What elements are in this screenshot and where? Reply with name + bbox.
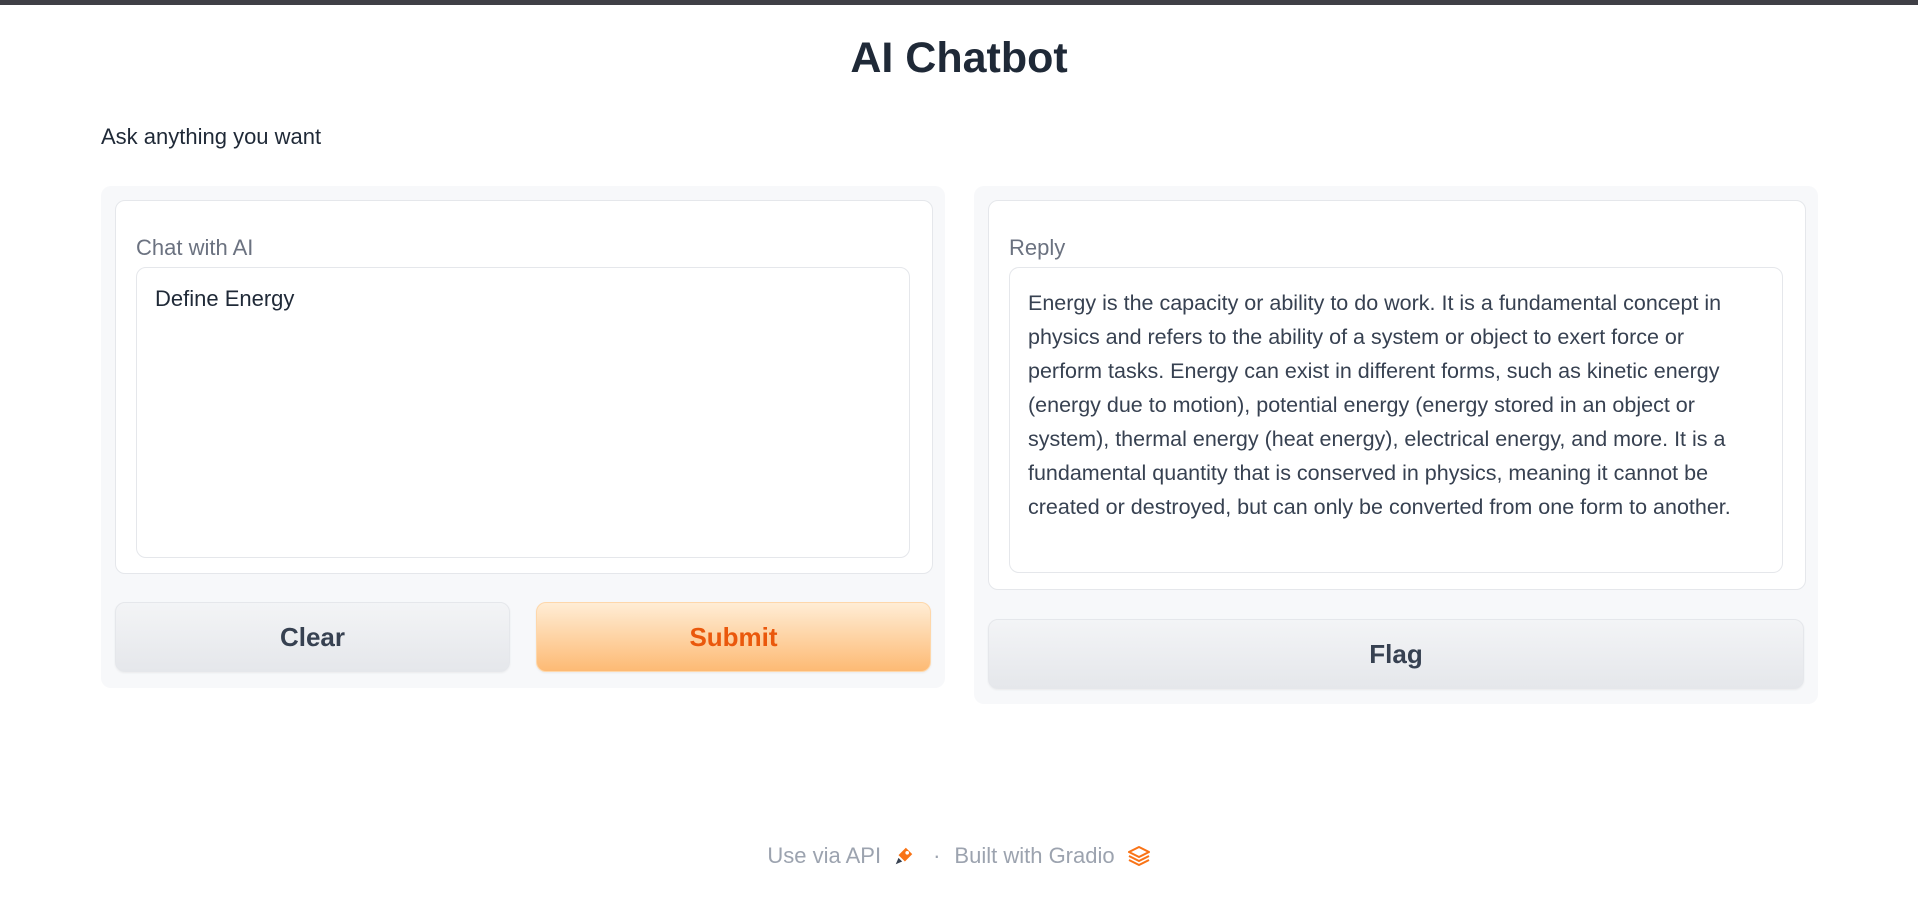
output-panel: Reply Energy is the capacity or ability … [974, 186, 1818, 704]
top-bar [0, 0, 1918, 5]
page-description: Ask anything you want [101, 124, 322, 149]
use-via-api-link[interactable]: Use via API [767, 843, 881, 869]
gradio-logo-icon [1127, 845, 1151, 867]
chat-input-textbox[interactable] [136, 267, 910, 558]
chat-input-label: Chat with AI [136, 235, 254, 260]
flag-button[interactable]: Flag [988, 619, 1804, 689]
input-panel: Chat with AI Clear Submit [101, 186, 945, 688]
reply-block: Reply Energy is the capacity or ability … [988, 200, 1806, 590]
built-with-gradio-link[interactable]: Built with Gradio [954, 843, 1114, 869]
page-title: AI Chatbot [850, 34, 1068, 82]
submit-button[interactable]: Submit [536, 602, 931, 672]
clear-button[interactable]: Clear [115, 602, 510, 672]
reply-label: Reply [1009, 235, 1066, 260]
footer: Use via API · Built with Gradio [0, 843, 1918, 869]
rocket-icon[interactable] [893, 845, 915, 867]
footer-separator: · [933, 843, 941, 868]
reply-textbox[interactable]: Energy is the capacity or ability to do … [1009, 267, 1783, 573]
chat-input-block: Chat with AI [115, 200, 933, 574]
